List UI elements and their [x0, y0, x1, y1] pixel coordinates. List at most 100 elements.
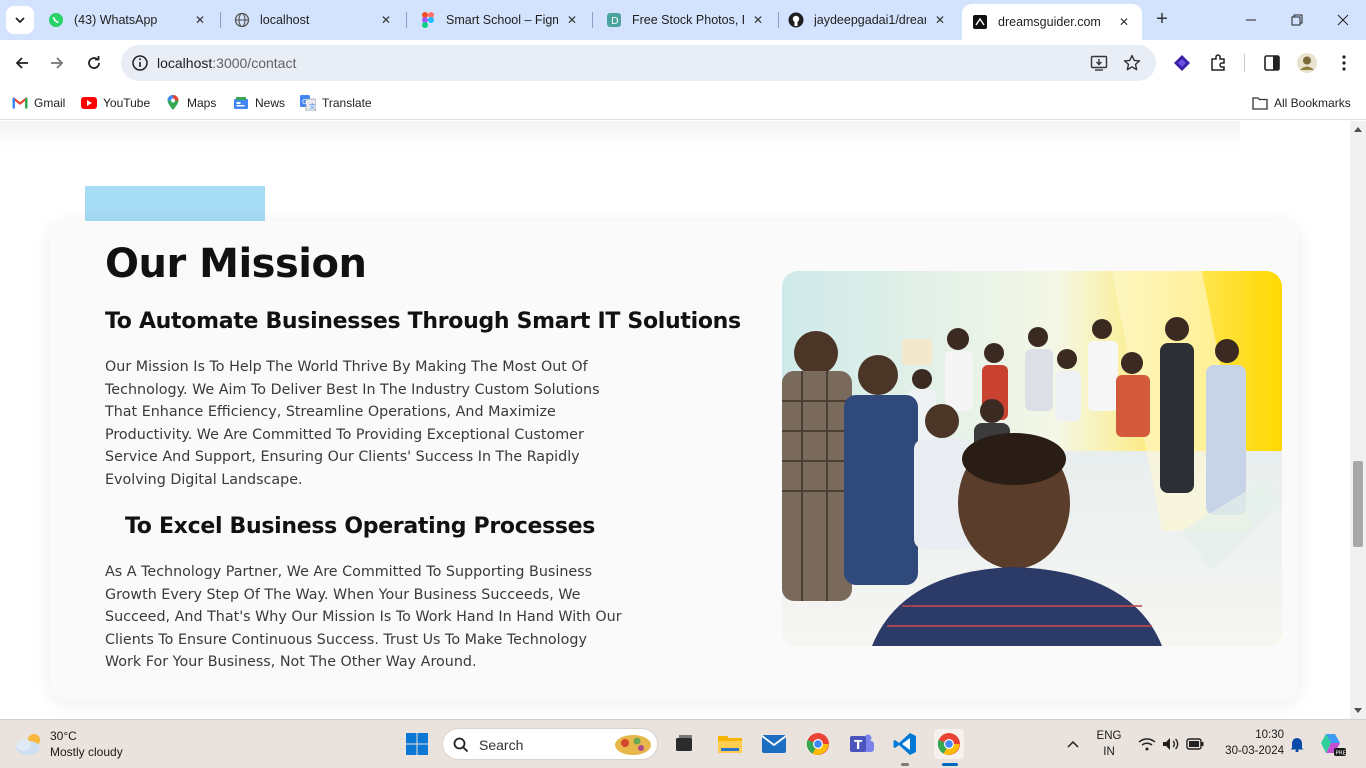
weather-description: Mostly cloudy: [50, 745, 123, 759]
all-bookmarks[interactable]: All Bookmarks: [1252, 93, 1351, 113]
vscode-icon: [893, 733, 916, 755]
news-icon: [233, 95, 249, 111]
more-menu-icon[interactable]: [1333, 52, 1355, 74]
back-button[interactable]: [8, 49, 36, 77]
chrome-active-button[interactable]: [934, 729, 964, 766]
info-icon[interactable]: [131, 54, 149, 72]
close-icon[interactable]: ✕: [564, 12, 580, 28]
tab-separator: [592, 12, 593, 28]
close-icon[interactable]: ✕: [378, 12, 394, 28]
arrow-left-icon: [15, 57, 28, 69]
tab-github[interactable]: jaydeepgadai1/dream ✕: [778, 0, 958, 40]
close-icon[interactable]: ✕: [750, 12, 766, 28]
vscode-button[interactable]: [890, 729, 920, 766]
url-path: :3000/contact: [212, 55, 297, 71]
tab-whatsapp[interactable]: (43) WhatsApp ✕: [38, 0, 218, 40]
new-tab-button[interactable]: +: [1150, 8, 1174, 32]
tab-pexels[interactable]: D Free Stock Photos, Ro ✕: [596, 0, 776, 40]
system-tray-status[interactable]: [1136, 729, 1206, 759]
close-icon[interactable]: ✕: [932, 12, 948, 28]
search-label: Search: [479, 737, 524, 753]
page-viewport: Our Mission To Automate Businesses Throu…: [0, 121, 1366, 719]
close-window-button[interactable]: [1320, 0, 1366, 40]
tab-separator: [406, 12, 407, 28]
file-explorer-button[interactable]: [715, 729, 745, 759]
youtube-icon: [81, 95, 97, 111]
task-view-icon: [676, 735, 692, 751]
task-view-button[interactable]: [669, 729, 699, 759]
bookmark-gmail[interactable]: Gmail: [12, 93, 65, 113]
close-icon[interactable]: ✕: [1116, 14, 1132, 30]
all-bookmarks-label: All Bookmarks: [1274, 96, 1351, 110]
bookmark-label: News: [255, 96, 286, 110]
copilot-icon: PRE: [1321, 734, 1346, 757]
close-icon[interactable]: ✕: [192, 12, 208, 28]
active-indicator: [942, 763, 958, 766]
scroll-down-arrow[interactable]: [1354, 708, 1362, 713]
windows-icon: [406, 733, 428, 755]
tab-strip: (43) WhatsApp ✕ localhost ✕ Smart School…: [0, 0, 1366, 40]
tab-title: localhost: [260, 13, 310, 27]
forward-button[interactable]: [43, 49, 71, 77]
chevron-down-icon: [15, 17, 25, 24]
install-app-icon[interactable]: [1089, 53, 1109, 73]
tab-title: Free Stock Photos, Ro: [632, 13, 744, 27]
teams-button[interactable]: T: [847, 729, 877, 759]
clock-time: 10:30: [1255, 729, 1284, 741]
mail-icon: [761, 735, 787, 753]
page-scrollbar[interactable]: [1350, 121, 1366, 719]
notifications-button[interactable]: [1285, 729, 1309, 759]
extension-icon[interactable]: [1171, 52, 1193, 74]
svg-text:文: 文: [309, 102, 316, 111]
reload-button[interactable]: [80, 49, 108, 77]
bookmarks-bar: Gmail YouTube Maps News G文 Translate All…: [0, 86, 1366, 120]
header-shadow: [0, 121, 1240, 151]
whatsapp-icon: [48, 12, 64, 28]
search-icon: [453, 737, 469, 753]
bookmark-youtube[interactable]: YouTube: [81, 93, 150, 113]
volume-icon: [1163, 738, 1179, 750]
weather-temperature: 30°C: [50, 729, 77, 743]
mail-button[interactable]: [759, 729, 789, 759]
bookmark-label: YouTube: [103, 96, 151, 110]
toolbar-divider: [1244, 54, 1245, 72]
scroll-up-arrow[interactable]: [1354, 127, 1362, 132]
arrow-right-icon: [51, 57, 64, 69]
mission-paragraph-2: As A Technology Partner, We Are Committe…: [105, 564, 622, 671]
folder-icon: [718, 736, 742, 753]
start-button[interactable]: [402, 729, 432, 759]
tab-dreamsguider[interactable]: dreamsguider.com ✕: [962, 4, 1142, 40]
folder-icon: [1252, 95, 1268, 111]
scrollbar-thumb[interactable]: [1353, 461, 1363, 547]
browser-toolbar: localhost:3000/contact: [0, 40, 1366, 86]
address-bar[interactable]: localhost:3000/contact: [121, 45, 1156, 81]
taskbar-search[interactable]: Search: [442, 728, 658, 760]
bookmark-label: Maps: [187, 96, 217, 110]
copilot-button[interactable]: PRE: [1318, 729, 1348, 759]
svg-text:D: D: [611, 16, 619, 27]
tab-figma[interactable]: Smart School – Figma ✕: [410, 0, 590, 40]
bookmark-maps[interactable]: Maps: [165, 93, 216, 113]
bell-icon: [1290, 738, 1304, 752]
tab-search-button[interactable]: [6, 6, 34, 34]
extensions-puzzle-icon[interactable]: [1207, 52, 1229, 74]
wifi-icon: [1138, 738, 1156, 751]
pexels-icon: D: [606, 12, 622, 28]
side-panel-icon[interactable]: [1261, 52, 1283, 74]
bookmark-star-icon[interactable]: [1122, 53, 1142, 73]
tray-overflow-button[interactable]: [1058, 729, 1088, 759]
chrome-button[interactable]: [803, 729, 833, 759]
profile-avatar[interactable]: [1296, 52, 1318, 74]
chrome-icon: [937, 733, 960, 755]
bookmark-translate[interactable]: G文 Translate: [300, 93, 372, 113]
mission-paragraph-1: Our Mission Is To Help The World Thrive …: [105, 359, 600, 488]
translate-icon: G文: [300, 95, 316, 111]
tab-title: Smart School – Figma: [446, 13, 558, 27]
dreamsguider-icon: [972, 14, 988, 30]
tab-localhost[interactable]: localhost ✕: [224, 0, 404, 40]
bookmark-news[interactable]: News: [233, 93, 285, 113]
minimize-button[interactable]: [1228, 0, 1274, 40]
restore-button[interactable]: [1274, 0, 1320, 40]
chevron-up-icon: [1067, 740, 1079, 748]
url-text[interactable]: localhost:3000/contact: [157, 55, 296, 71]
